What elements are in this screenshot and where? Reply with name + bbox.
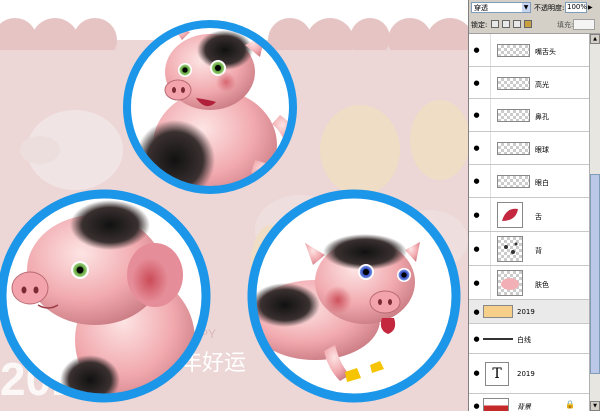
layer-row[interactable]: ● 高光 bbox=[469, 67, 589, 99]
layer-name: 高光 bbox=[535, 81, 549, 89]
text-layer-icon: T bbox=[485, 362, 509, 386]
scroll-thumb[interactable] bbox=[590, 174, 600, 374]
scroll-up-icon[interactable]: ▲ bbox=[590, 34, 600, 44]
layer-thumbnail bbox=[483, 305, 513, 318]
blend-mode-select[interactable]: 穿透 ▼ bbox=[471, 2, 531, 13]
blend-mode-value: 穿透 bbox=[474, 4, 488, 12]
layer-thumbnail bbox=[497, 44, 530, 57]
layer-row[interactable]: ● 舌 bbox=[469, 198, 589, 232]
layer-row[interactable]: ● 鼻孔 bbox=[469, 99, 589, 132]
layer-row[interactable]: ● 背景 🔒 bbox=[469, 394, 589, 411]
artwork: 2019 PY 年好运 春 贰零 bbox=[0, 0, 468, 411]
layer-thumbnail bbox=[497, 270, 523, 296]
document-canvas[interactable]: 2019 PY 年好运 春 贰零 bbox=[0, 0, 468, 411]
opacity-input[interactable]: 100% bbox=[565, 2, 587, 13]
layer-name: 肤色 bbox=[535, 281, 549, 289]
layer-thumbnail bbox=[497, 77, 530, 90]
fill-label: 填充: bbox=[557, 21, 574, 29]
link-icon bbox=[483, 99, 491, 131]
eye-icon[interactable]: ● bbox=[472, 211, 481, 219]
layer-name: 背 bbox=[535, 247, 542, 255]
layer-thumbnail bbox=[497, 202, 523, 228]
layer-name: 舌 bbox=[535, 213, 542, 221]
layer-thumbnail bbox=[497, 236, 523, 262]
layer-thumbnail bbox=[497, 142, 530, 155]
blend-options-bar: 穿透 ▼ 不透明度: 100% ▶ bbox=[469, 1, 600, 15]
eye-icon[interactable]: ● bbox=[472, 308, 481, 316]
opacity-label: 不透明度: bbox=[534, 4, 565, 12]
eye-icon[interactable]: ● bbox=[472, 402, 481, 410]
opacity-arrow-icon[interactable]: ▶ bbox=[588, 4, 593, 11]
layer-row[interactable]: ● 背 bbox=[469, 232, 589, 266]
link-icon bbox=[483, 34, 491, 66]
layer-row[interactable]: ● 眼白 bbox=[469, 165, 589, 198]
layer-name: 嘴舌头 bbox=[535, 48, 556, 56]
scroll-down-icon[interactable]: ▼ bbox=[590, 401, 600, 411]
link-icon bbox=[483, 165, 491, 197]
eye-icon[interactable]: ● bbox=[472, 144, 481, 152]
layer-thumbnail bbox=[483, 338, 513, 340]
layer-row[interactable]: ● 2019 bbox=[469, 300, 589, 324]
link-icon bbox=[483, 198, 491, 231]
lock-options-bar: 锁定: 填充: bbox=[469, 17, 600, 34]
link-icon bbox=[483, 232, 491, 265]
eye-icon[interactable]: ● bbox=[472, 335, 481, 343]
layer-name: 鼻孔 bbox=[535, 113, 549, 121]
layer-name: 眼球 bbox=[535, 146, 549, 154]
chevron-down-icon: ▼ bbox=[522, 3, 530, 12]
lock-label: 锁定: bbox=[471, 21, 488, 29]
layer-thumbnail bbox=[483, 398, 509, 411]
eye-icon[interactable]: ● bbox=[472, 177, 481, 185]
fill-input[interactable] bbox=[573, 19, 595, 30]
layer-row[interactable]: ● 白线 bbox=[469, 324, 589, 354]
lock-brush-icon[interactable] bbox=[502, 20, 510, 28]
eye-icon[interactable]: ● bbox=[472, 369, 481, 377]
layer-row[interactable]: ● 肤色 bbox=[469, 266, 589, 300]
layers-panel: 穿透 ▼ 不透明度: 100% ▶ 锁定: 填充: ● 嘴舌头 ● 高光 ● 鼻… bbox=[468, 0, 600, 411]
layer-name: 白线 bbox=[517, 336, 531, 344]
layers-list: ● 嘴舌头 ● 高光 ● 鼻孔 ● 眼球 ● 眼白 ● 舌 ● 背 ● 肤色 ●… bbox=[469, 34, 589, 411]
layer-row[interactable]: ● T 2019 bbox=[469, 354, 589, 394]
eye-icon[interactable]: ● bbox=[472, 245, 481, 253]
layer-name: 2019 bbox=[517, 370, 535, 378]
eye-icon[interactable]: ● bbox=[472, 279, 481, 287]
eye-icon[interactable]: ● bbox=[472, 79, 481, 87]
link-icon bbox=[483, 132, 491, 164]
eye-icon[interactable]: ● bbox=[472, 111, 481, 119]
lock-all-icon[interactable] bbox=[524, 20, 532, 28]
layer-thumbnail bbox=[497, 175, 530, 188]
layer-name: 2019 bbox=[517, 308, 535, 316]
lock-move-icon[interactable] bbox=[513, 20, 521, 28]
link-icon bbox=[483, 67, 491, 98]
layer-name: 眼白 bbox=[535, 179, 549, 187]
layer-name: 背景 bbox=[517, 403, 531, 411]
lock-transparent-icon[interactable] bbox=[491, 20, 499, 28]
lock-icon: 🔒 bbox=[565, 400, 575, 409]
layer-thumbnail bbox=[497, 109, 530, 122]
layer-row[interactable]: ● 眼球 bbox=[469, 132, 589, 165]
eye-icon[interactable]: ● bbox=[472, 46, 481, 54]
layers-scrollbar[interactable]: ▲ ▼ bbox=[589, 34, 600, 411]
layer-row[interactable]: ● 嘴舌头 bbox=[469, 34, 589, 67]
link-icon bbox=[483, 266, 491, 299]
